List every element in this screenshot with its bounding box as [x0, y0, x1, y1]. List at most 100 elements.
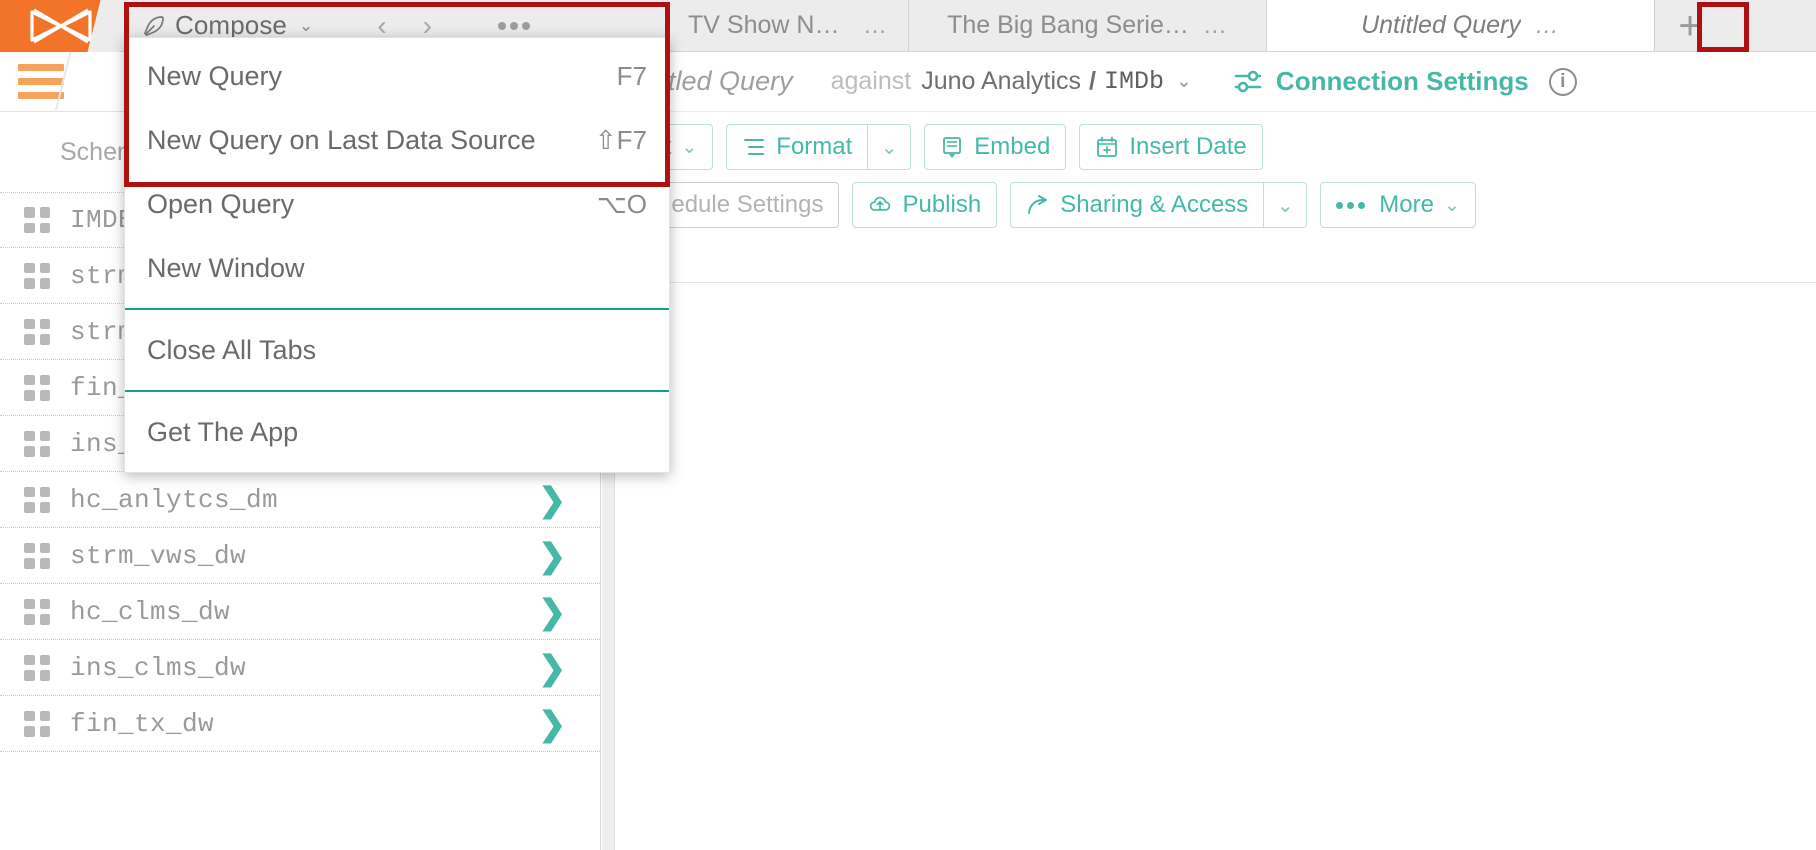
menu-item-shortcut: F7 — [616, 60, 647, 91]
schema-name: ins_clms_dw — [70, 652, 247, 683]
format-button[interactable]: Format — [726, 124, 868, 170]
embed-label: Embed — [974, 133, 1051, 160]
chevron-right-icon[interactable]: ❯ — [538, 707, 566, 740]
menu-item-label: New Window — [147, 252, 305, 283]
embed-button[interactable]: Embed — [924, 124, 1067, 170]
sharing-access-label: Sharing & Access — [1060, 191, 1249, 218]
menu-item-new-window[interactable]: New Window — [125, 236, 669, 300]
grid-icon — [24, 430, 50, 457]
grid-icon — [24, 374, 50, 401]
publish-label: Publish — [902, 191, 982, 218]
chevron-right-icon[interactable]: ❯ — [538, 539, 566, 572]
list-item[interactable]: ins_clms_dw ❯ — [0, 640, 600, 697]
tab-title: TV Show Number o… — [688, 11, 849, 39]
chevron-down-icon: ⌄ — [298, 16, 314, 35]
menu-item-get-the-app[interactable]: Get The App — [125, 400, 669, 464]
menu-item-label: Close All Tabs — [147, 334, 317, 365]
insert-date-button[interactable]: Insert Date — [1079, 124, 1263, 170]
tab-untitled-query[interactable]: Untitled Query … — [1267, 0, 1655, 51]
menu-separator — [125, 390, 669, 392]
datasource-separator: / — [1089, 67, 1096, 95]
grid-icon — [24, 262, 50, 289]
tab-overflow-icon[interactable]: … — [1203, 12, 1228, 40]
overflow-dots-icon[interactable] — [498, 21, 530, 30]
menu-item-new-query-last-data-source[interactable]: New Query on Last Data Source ⇧F7 — [125, 108, 669, 172]
tab-overflow-icon[interactable]: … — [1535, 12, 1560, 40]
menu-item-new-query[interactable]: New Query F7 — [125, 44, 669, 108]
against-label: against — [830, 67, 912, 95]
list-item[interactable]: strm_vws_dw ❯ — [0, 528, 600, 585]
sidebar-slant — [54, 52, 118, 112]
chevron-down-icon: ⌄ — [1276, 194, 1294, 217]
sliders-icon — [1234, 70, 1262, 92]
grid-icon — [24, 207, 50, 234]
connection-settings-button[interactable]: Connection Settings — [1234, 66, 1529, 97]
back-arrow-icon[interactable]: ‹ — [377, 11, 386, 40]
more-label: More — [1379, 191, 1434, 218]
menu-item-label: New Query — [147, 60, 283, 91]
aqua-logo-icon — [30, 8, 92, 44]
chevron-down-icon[interactable]: ⌄ — [1176, 70, 1192, 93]
application-window: Compose ⌄ ‹ › TV Show Number o… … The Bi… — [0, 0, 1816, 850]
chevron-down-icon: ⌄ — [1443, 194, 1460, 216]
schema-name: hc_anlytcs_dm — [70, 484, 279, 515]
tab-big-bang-series[interactable]: The Big Bang Serie… … — [909, 0, 1267, 51]
grid-icon — [24, 598, 50, 625]
chevron-right-icon[interactable]: ❯ — [538, 651, 566, 684]
tab-tv-show-number[interactable]: TV Show Number o… … — [668, 0, 909, 51]
menu-item-shortcut: ⌥O — [596, 188, 647, 219]
app-logo[interactable] — [0, 0, 120, 52]
nav-arrows: ‹ › — [377, 11, 530, 40]
chevron-down-icon: ⌄ — [681, 136, 698, 158]
menu-item-open-query[interactable]: Open Query ⌥O — [125, 172, 669, 236]
sharing-access-button-group: Sharing & Access ⌄ — [1010, 182, 1308, 228]
database-name[interactable]: IMDb — [1104, 67, 1164, 96]
sql-editor[interactable] — [602, 282, 1816, 850]
schema-name: fin_tx_dw — [70, 708, 215, 739]
grid-icon — [24, 654, 50, 681]
menu-item-close-all-tabs[interactable]: Close All Tabs — [125, 318, 669, 382]
publish-icon — [870, 196, 891, 211]
menu-item-label: Open Query — [147, 188, 295, 219]
sharing-access-button[interactable]: Sharing & Access — [1010, 182, 1264, 228]
calendar-icon — [1097, 136, 1118, 157]
dots-icon — [1336, 201, 1366, 209]
grid-icon — [24, 486, 50, 513]
hamburger-menu-icon[interactable] — [18, 64, 64, 99]
menu-item-shortcut: ⇧F7 — [594, 124, 647, 155]
grid-icon — [24, 710, 50, 737]
feather-icon — [143, 15, 164, 36]
insert-date-label: Insert Date — [1129, 133, 1247, 160]
list-item[interactable]: hc_anlytcs_dm ❯ — [0, 472, 600, 529]
tab-title: The Big Bang Serie… — [947, 11, 1189, 39]
new-tab-button[interactable]: + — [1655, 0, 1725, 51]
embed-icon — [943, 137, 962, 158]
schema-name: strm_vws_dw — [70, 540, 247, 571]
plus-icon: + — [1678, 3, 1702, 48]
info-icon[interactable]: i — [1548, 67, 1577, 96]
grid-icon — [24, 542, 50, 569]
query-toolbar: Edit ⌄ Format ⌄ — [602, 112, 1816, 228]
chevron-down-icon: ⌄ — [880, 136, 898, 159]
share-icon — [1028, 195, 1048, 214]
more-button[interactable]: More ⌄ — [1320, 182, 1476, 228]
format-icon — [744, 139, 765, 155]
format-label: Format — [776, 133, 853, 160]
tab-overflow-icon[interactable]: … — [863, 12, 888, 40]
sharing-access-dropdown-arrow[interactable]: ⌄ — [1263, 182, 1308, 228]
compose-dropdown-menu: New Query F7 New Query on Last Data Sour… — [124, 37, 670, 473]
publish-button[interactable]: Publish — [852, 182, 998, 228]
connection-settings-label: Connection Settings — [1275, 66, 1529, 96]
datasource-name[interactable]: Juno Analytics — [921, 67, 1081, 96]
forward-arrow-icon[interactable]: › — [423, 11, 432, 40]
chevron-right-icon[interactable]: ❯ — [538, 595, 566, 628]
chevron-right-icon[interactable]: ❯ — [538, 483, 566, 516]
list-item[interactable]: hc_clms_dw ❯ — [0, 584, 600, 641]
toolbar-row-1: Edit ⌄ Format ⌄ — [614, 124, 1816, 170]
format-dropdown-arrow[interactable]: ⌄ — [867, 124, 912, 170]
tab-title: Untitled Query — [1361, 11, 1521, 39]
query-panel: Untitled Query against Juno Analytics / … — [602, 52, 1816, 850]
list-item[interactable]: fin_tx_dw ❯ — [0, 696, 600, 753]
grid-icon — [24, 318, 50, 345]
logo-slant — [87, 0, 120, 52]
